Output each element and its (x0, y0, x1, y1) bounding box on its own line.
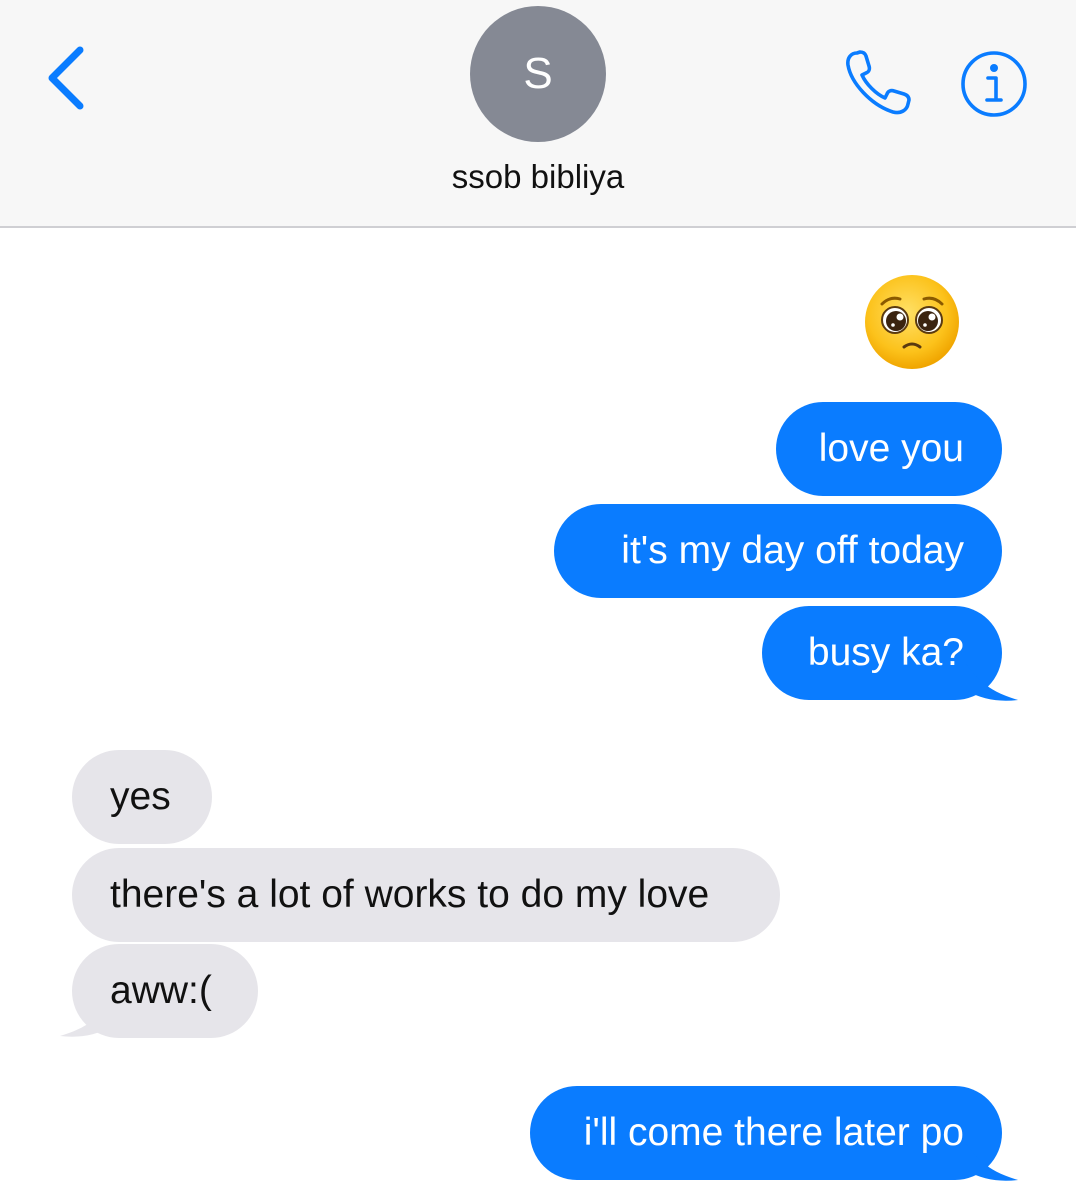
message-bubble-sent[interactable]: love you (776, 402, 1002, 496)
contact-name[interactable]: ssob bibliya (0, 158, 1076, 196)
info-button[interactable] (958, 48, 1030, 120)
phone-icon (846, 50, 911, 115)
message-text: there's a lot of works to do my love (110, 873, 710, 916)
pleading-face-emoji[interactable] (862, 272, 962, 372)
chevron-left-icon (48, 46, 84, 110)
message-text: busy ka? (807, 631, 964, 674)
contact-avatar[interactable]: S (470, 6, 606, 142)
message-bubble-received[interactable]: there's a lot of works to do my love (72, 848, 780, 942)
bubble-tail (966, 1144, 1018, 1181)
message-bubble-sent[interactable]: it's my day off today (554, 504, 1002, 598)
info-icon (961, 51, 1027, 117)
message-text: it's my day off today (621, 529, 964, 572)
call-button[interactable] (838, 44, 918, 120)
message-text: love you (818, 427, 964, 470)
avatar-initial: S (523, 49, 553, 98)
message-bubble-sent[interactable]: i'll come there later po (530, 1086, 1002, 1180)
message-text: aww:( (110, 969, 212, 1012)
conversation-header: S ssob bibliya (0, 0, 1076, 228)
message-text: yes (110, 775, 171, 818)
message-bubble-received[interactable]: yes (72, 750, 212, 844)
bubble-tail (966, 664, 1018, 701)
back-button[interactable] (38, 40, 94, 116)
bubble-tail (60, 1000, 112, 1037)
message-text: i'll come there later po (583, 1111, 964, 1154)
